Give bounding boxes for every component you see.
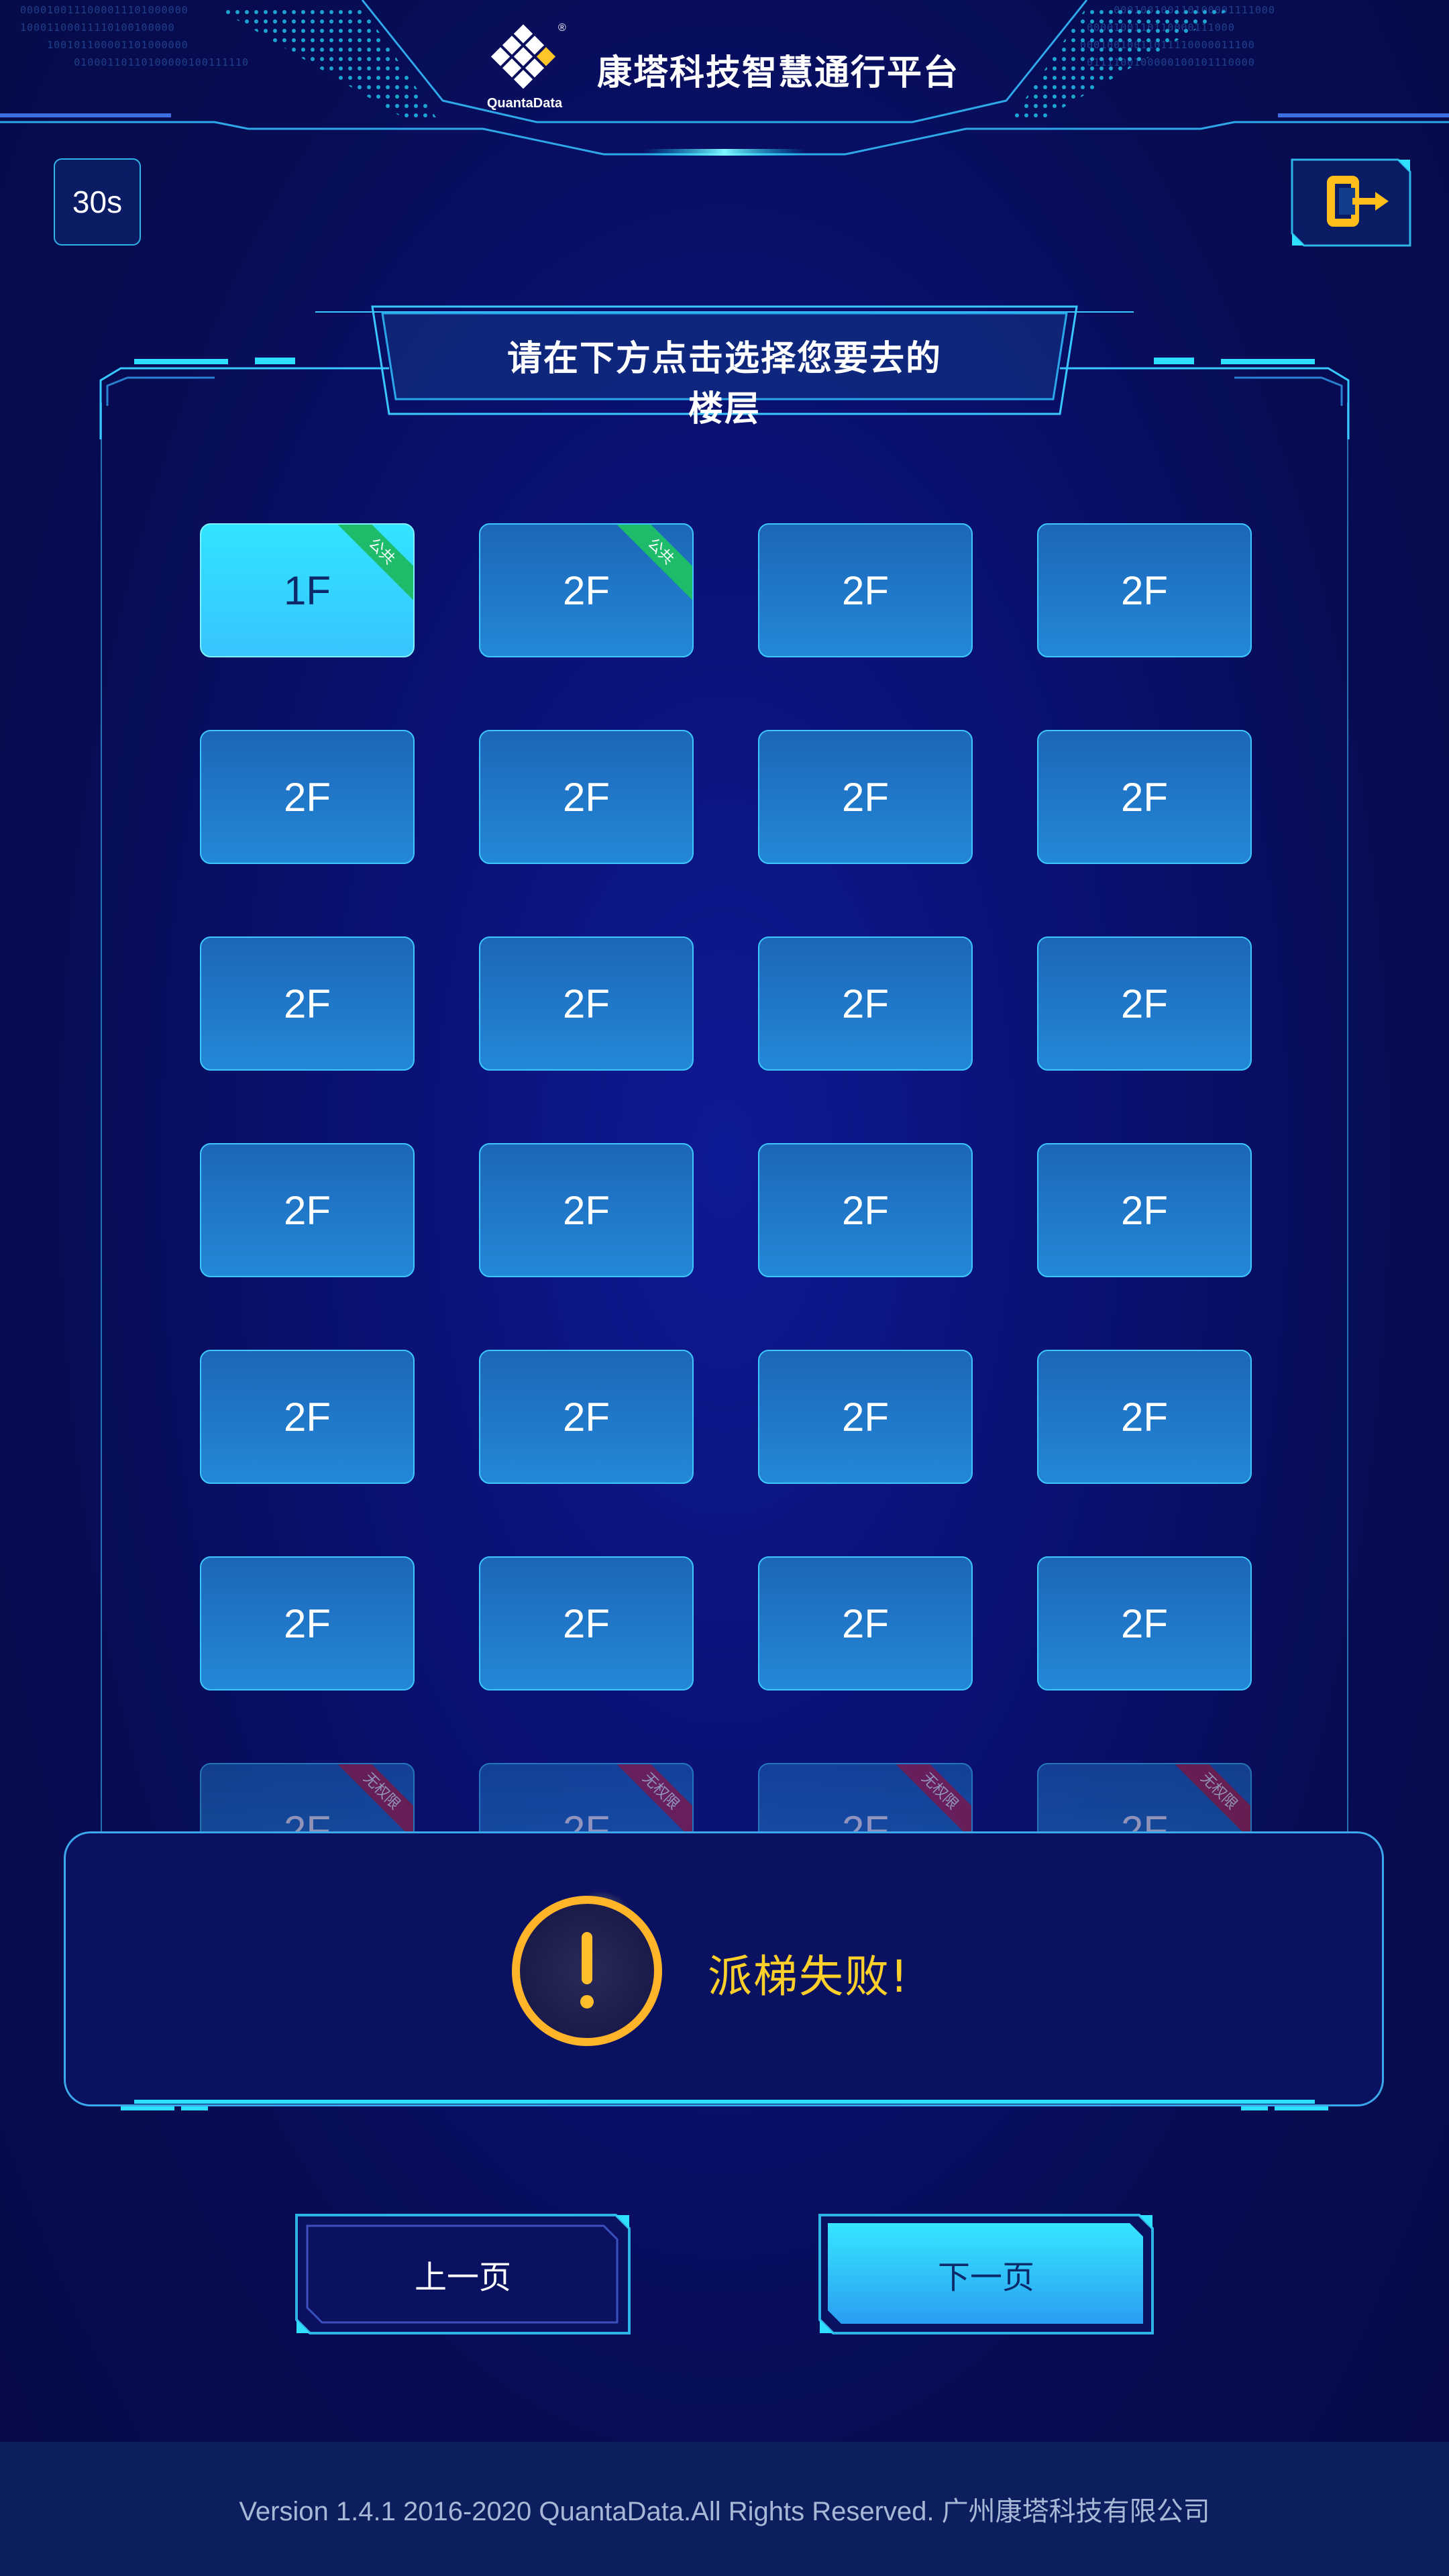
countdown-timer: 30s	[54, 158, 141, 246]
prev-page-button[interactable]: 上一页	[295, 2214, 631, 2334]
logo-text: QuantaData	[486, 96, 563, 111]
floor-label: 2F	[1120, 1394, 1169, 1440]
footer: Version 1.4.1 2016-2020 QuantaData.All R…	[0, 2442, 1449, 2576]
prev-page-label: 上一页	[414, 2259, 511, 2296]
floor-button[interactable]: 2F	[1037, 1556, 1252, 1690]
floor-button: 2F 无权限	[1037, 1763, 1252, 1831]
no-permission-tag: 无权限	[612, 1764, 692, 1831]
floor-button[interactable]: 2F	[758, 730, 973, 864]
floor-label: 2F	[1120, 568, 1169, 613]
floor-label: 2F	[283, 1601, 331, 1646]
exit-button[interactable]	[1291, 158, 1411, 247]
floor-button: 2F 无权限	[479, 1763, 694, 1831]
floor-button[interactable]: 2F	[200, 1143, 415, 1277]
floor-label: 2F	[1120, 1601, 1169, 1646]
floor-button[interactable]: 2F	[758, 1556, 973, 1690]
no-permission-tag: 无权限	[891, 1764, 971, 1831]
app-title: 康塔科技智慧通行平台	[597, 53, 960, 93]
floor-button[interactable]: 2F	[1037, 1143, 1252, 1277]
floor-button[interactable]: 2F	[758, 936, 973, 1071]
floor-label: 2F	[283, 981, 331, 1026]
floor-button[interactable]: 2F	[1037, 523, 1252, 657]
floor-button[interactable]: 2F	[758, 1143, 973, 1277]
floor-label: 2F	[841, 774, 890, 820]
error-message: 派梯失败!	[708, 1951, 910, 2002]
floor-button[interactable]: 2F	[479, 1556, 694, 1690]
floor-label: 2F	[1120, 981, 1169, 1026]
floor-button[interactable]: 2F	[479, 1350, 694, 1484]
floor-button: 2F 无权限	[200, 1763, 415, 1831]
floor-label: 1F	[283, 568, 331, 613]
floor-button[interactable]: 2F	[479, 1143, 694, 1277]
floor-button[interactable]: 2F	[1037, 936, 1252, 1071]
dialog-bottom-accent	[121, 2100, 1328, 2110]
public-tag: 公共	[612, 525, 692, 600]
warning-icon	[512, 1890, 662, 2046]
floor-label: 2F	[841, 1807, 890, 1832]
floor-label: 2F	[562, 1807, 610, 1832]
copyright-text: Version 1.4.1 2016-2020 QuantaData.All R…	[239, 2497, 1210, 2526]
floor-label: 2F	[841, 1601, 890, 1646]
next-page-label: 下一页	[937, 2259, 1034, 2296]
floor-button[interactable]: 2F	[1037, 1350, 1252, 1484]
no-permission-tag: 无权限	[333, 1764, 413, 1831]
floor-button[interactable]: 2F	[1037, 730, 1252, 864]
floor-button[interactable]: 2F	[479, 936, 694, 1071]
floor-label: 2F	[841, 568, 890, 613]
floor-label: 2F	[283, 774, 331, 820]
no-permission-tag: 无权限	[1170, 1764, 1250, 1831]
floor-label: 2F	[562, 981, 610, 1026]
header: 0000100111000011101000000 10001100011110…	[0, 0, 1449, 161]
floor-label: 2F	[283, 1807, 331, 1832]
floor-button[interactable]: 2F	[758, 1350, 973, 1484]
floor-button[interactable]: 2F	[479, 730, 694, 864]
floor-button[interactable]: 2F	[758, 523, 973, 657]
floor-button[interactable]: 1F 公共	[200, 523, 415, 657]
floor-button[interactable]: 2F	[200, 1350, 415, 1484]
floor-button[interactable]: 2F	[200, 1556, 415, 1690]
floor-label: 2F	[562, 1187, 610, 1233]
floor-label: 2F	[1120, 1807, 1169, 1832]
floor-button[interactable]: 2F	[200, 730, 415, 864]
floor-label: 2F	[562, 1601, 610, 1646]
floor-button[interactable]: 2F	[200, 936, 415, 1071]
floor-label: 2F	[1120, 774, 1169, 820]
svg-text:®: ®	[558, 22, 566, 34]
floor-label: 2F	[562, 1394, 610, 1440]
binary-decoration-left: 0000100111000011101000000 10001100011110…	[20, 4, 250, 68]
next-page-button[interactable]: 下一页	[818, 2214, 1154, 2334]
binary-decoration-right: 000100100110100001111000 000010011011000…	[1080, 4, 1275, 68]
exit-door-icon	[1291, 158, 1411, 247]
floor-button[interactable]: 2F 公共	[479, 523, 694, 657]
floor-label: 2F	[841, 981, 890, 1026]
floor-label: 2F	[283, 1187, 331, 1233]
floor-button: 2F 无权限	[758, 1763, 973, 1831]
floor-label: 2F	[1120, 1187, 1169, 1233]
floor-label: 2F	[562, 774, 610, 820]
floor-label: 2F	[283, 1394, 331, 1440]
floor-label: 2F	[562, 568, 610, 613]
floor-grid: 1F 公共 2F 公共 2F 2F 2F 2F 2F 2F 2F 2F 2F 2F 2F 2F 2F 2F 2F 2F…	[0, 517, 1449, 1831]
floor-label: 2F	[841, 1394, 890, 1440]
floor-label: 2F	[841, 1187, 890, 1233]
public-tag: 公共	[333, 525, 413, 600]
